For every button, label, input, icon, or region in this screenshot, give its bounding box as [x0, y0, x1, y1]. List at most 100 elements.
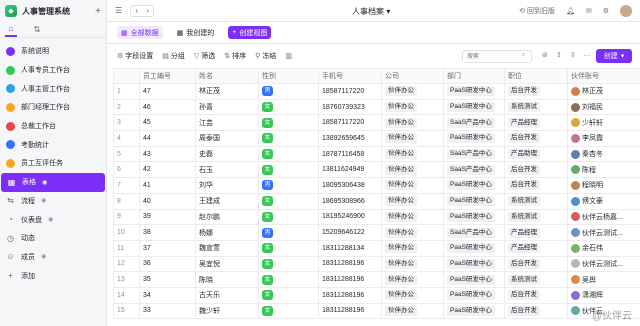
table-cell[interactable]: 女 — [258, 255, 319, 273]
back-icon[interactable]: ‹ — [131, 6, 142, 16]
table-cell[interactable]: 9 — [113, 208, 140, 226]
table-row[interactable]: 6 42 石玉女 13811624949 伙伴办公 SaaS产品中心 后台开发 陈程 — [113, 161, 640, 179]
sidebar-item[interactable]: 人事主管工作台 — [0, 79, 106, 98]
table-cell[interactable]: 魏宣萱 — [195, 239, 259, 257]
table-row[interactable]: 12 36 吴宜倪女 18311288196 伙伴办公 PaaS研发中心 后台开发 伙伴云测试… — [113, 255, 640, 273]
table-cell[interactable]: 女 — [258, 114, 319, 132]
table-cell[interactable]: 系统测试 — [504, 98, 568, 116]
table-cell[interactable]: 女 — [258, 161, 319, 179]
table-cell[interactable]: 14 — [113, 286, 140, 304]
table-cell[interactable]: 产品经理 — [504, 114, 568, 132]
table-cell[interactable]: PaaS研发中心 — [443, 286, 505, 304]
eye-icon[interactable]: ◉ — [42, 179, 47, 186]
table-cell[interactable]: 38 — [139, 224, 196, 241]
menu-icon[interactable]: ☰ — [115, 6, 122, 15]
table-cell[interactable]: 古天乐 — [195, 286, 259, 304]
table-row[interactable]: 9 39 赵尔鹏女 18195246900 伙伴办公 PaaS研发中心 系统测试 伙伴云杨嘉.… — [113, 208, 640, 226]
table-cell[interactable]: 伙伴办公 — [381, 208, 444, 226]
table-cell[interactable]: 18311288196 — [318, 286, 382, 304]
table-cell[interactable]: 后台开发 — [504, 302, 568, 320]
table-cell[interactable]: 伙伴办公 — [381, 271, 444, 288]
sidebar-item[interactable]: 总裁工作台 — [0, 117, 106, 136]
sort-button[interactable]: ⇅ 排序 — [224, 51, 246, 61]
column-header[interactable]: 职位 — [504, 68, 568, 84]
table-cell[interactable]: 少轩轩 — [567, 114, 640, 132]
table-cell[interactable]: SaaS产品中心 — [443, 114, 505, 132]
column-header[interactable]: 部门 — [443, 68, 505, 84]
upload-icon[interactable]: ⇧ — [556, 51, 562, 59]
table-cell[interactable]: 18311288196 — [318, 271, 382, 288]
table-cell[interactable]: 伙伴办公 — [381, 114, 444, 132]
table-cell[interactable]: 后台开发 — [504, 83, 568, 100]
table-cell[interactable]: 吴宜倪 — [195, 255, 259, 273]
table-cell[interactable]: 伙伴办公 — [381, 98, 444, 116]
table-cell[interactable]: PaaS研发中心 — [443, 208, 505, 226]
table-cell[interactable]: 伙伴办公 — [381, 255, 444, 273]
link-icon[interactable]: ⊘ — [542, 51, 548, 59]
table-cell[interactable]: 女 — [258, 302, 319, 320]
table-cell[interactable]: 10 — [113, 224, 140, 241]
table-cell[interactable]: 39 — [139, 208, 196, 226]
fields-button[interactable]: ⚙ 字段设置 — [117, 51, 153, 61]
table-cell[interactable]: 8 — [113, 192, 140, 210]
table-cell[interactable]: PaaS研发中心 — [443, 98, 505, 116]
table-cell[interactable]: 女 — [258, 208, 319, 226]
sidebar-item[interactable]: 人事专员工作台 — [0, 61, 106, 80]
table-cell[interactable]: 33 — [139, 302, 196, 320]
table-cell[interactable]: 伙伴办公 — [381, 145, 444, 163]
table-cell[interactable]: 刘华 — [195, 177, 259, 194]
table-cell[interactable]: PaaS研发中心 — [443, 302, 505, 320]
table-cell[interactable]: 伙伴办公 — [381, 130, 444, 147]
table-cell[interactable]: 女 — [258, 239, 319, 257]
table-cell[interactable]: 女 — [258, 98, 319, 116]
table-row[interactable]: 2 46 孙喜女 18760739323 伙伴办公 PaaS研发中心 系统测试 刘福民 — [113, 98, 640, 116]
table-cell[interactable]: 40 — [139, 192, 196, 210]
column-header[interactable]: 性别 — [258, 68, 319, 84]
table-cell[interactable]: 余石伟 — [567, 239, 640, 257]
table-cell[interactable]: 程晓明 — [567, 177, 640, 194]
table-cell[interactable]: 36 — [139, 255, 196, 273]
view-my-created[interactable]: ▦ 我创建的 — [173, 26, 219, 39]
more-icon[interactable]: … — [584, 51, 591, 59]
filter-button[interactable]: ▽ 筛选 — [194, 51, 215, 61]
table-cell[interactable]: 伙伴办公 — [381, 302, 444, 320]
table-cell[interactable]: 34 — [139, 286, 196, 304]
table-cell[interactable]: 41 — [139, 177, 196, 194]
table-cell[interactable]: 女 — [258, 130, 319, 147]
table-cell[interactable]: 系统测试 — [504, 271, 568, 288]
table-row[interactable]: 15 33 魏少轩女 18311288196 伙伴办公 PaaS研发中心 后台开发 伙伴云 — [113, 302, 640, 320]
table-cell[interactable]: 43 — [139, 145, 196, 163]
table-cell[interactable]: 陈程 — [567, 161, 640, 179]
sidebar-item[interactable]: ☺ 成员 ◉ — [0, 248, 106, 267]
table-cell[interactable]: 伙伴云测试... — [567, 224, 640, 241]
table-cell[interactable]: 石玉 — [195, 161, 259, 179]
column-header[interactable]: 手机号 — [318, 68, 382, 84]
table-cell[interactable]: 女 — [258, 271, 319, 288]
table-cell[interactable]: 18311288196 — [318, 255, 382, 273]
sidebar-item[interactable]: ◷ 动态 — [0, 229, 106, 248]
table-cell[interactable]: 陈晓 — [195, 271, 259, 288]
table-cell[interactable]: 孙喜 — [195, 98, 259, 116]
sidebar-item[interactable]: 考勤统计 — [0, 135, 106, 154]
page-title[interactable]: 人事档案 ▾ — [352, 6, 390, 17]
table-row[interactable]: 7 41 刘华男 18095306438 伙伴办公 PaaS研发中心 后台开发 程晓明 — [113, 177, 640, 194]
forward-icon[interactable]: › — [142, 6, 153, 16]
create-view-button[interactable]: + 创建视图 — [228, 26, 272, 39]
table-cell[interactable]: 47 — [139, 83, 196, 100]
table-cell[interactable]: 伙伴办公 — [381, 239, 444, 257]
table-cell[interactable]: 7 — [113, 177, 140, 194]
table-cell[interactable]: 1 — [113, 83, 140, 100]
table-cell[interactable]: 后台开发 — [504, 177, 568, 194]
notification-icon[interactable]: 🔔︎ — [566, 7, 575, 15]
table-cell[interactable]: SaaS产品中心 — [443, 161, 505, 179]
table-cell[interactable]: 傅文豪 — [567, 192, 640, 210]
chart-button[interactable]: ▥ — [285, 52, 292, 60]
table-cell[interactable]: 潇湘辉 — [567, 286, 640, 304]
table-cell[interactable]: 18095306438 — [318, 177, 382, 194]
table-cell[interactable]: PaaS研发中心 — [443, 177, 505, 194]
table-cell[interactable]: 伙伴办公 — [381, 192, 444, 210]
table-cell[interactable]: 伙伴办公 — [381, 161, 444, 179]
column-header[interactable]: 公司 — [381, 68, 444, 84]
table-cell[interactable]: 李凤霞 — [567, 130, 640, 147]
eye-icon[interactable]: ◉ — [41, 197, 46, 204]
